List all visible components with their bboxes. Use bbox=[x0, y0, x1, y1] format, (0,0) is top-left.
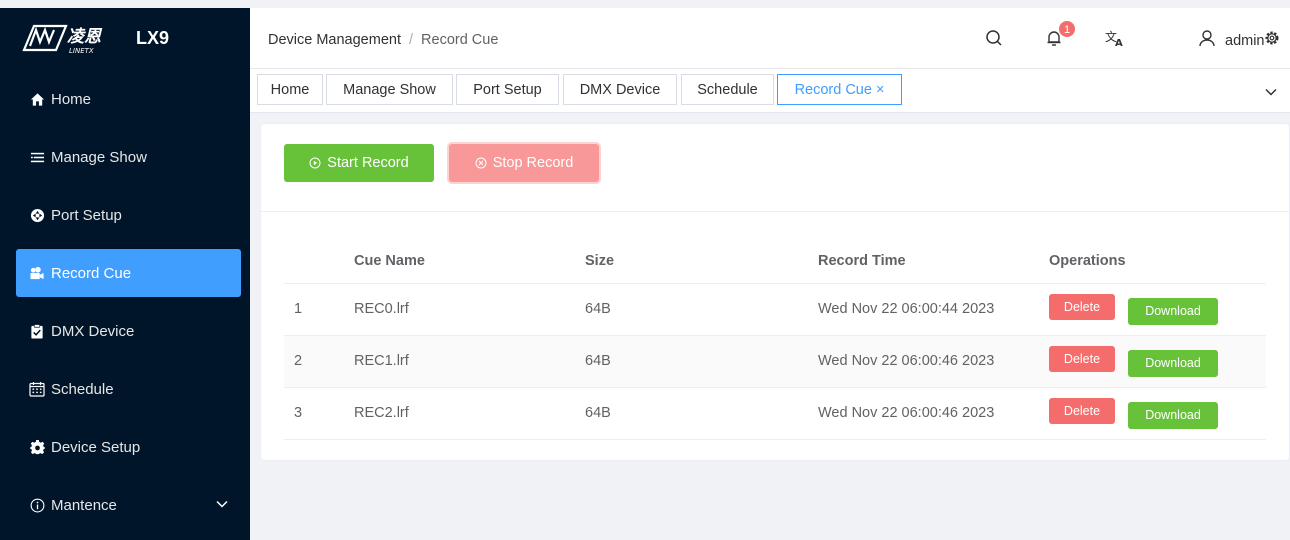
record-cue-card: Start Record Stop Record Cue Name Size R… bbox=[260, 123, 1290, 461]
start-record-label: Start Record bbox=[327, 155, 409, 171]
tab-label: Port Setup bbox=[473, 81, 542, 98]
download-button[interactable]: Download bbox=[1128, 401, 1218, 429]
top-strip bbox=[0, 0, 1290, 8]
sidebar-item-label: Home bbox=[51, 90, 92, 108]
record-time: Wed Nov 22 06:00:46 2023 bbox=[808, 335, 1039, 388]
stop-record-label: Stop Record bbox=[492, 155, 574, 171]
sidebar-item-label: Port Setup bbox=[51, 206, 122, 224]
info-icon bbox=[29, 497, 45, 513]
sidebar-item-home[interactable]: Home bbox=[16, 75, 241, 123]
operations-cell: Delete Download bbox=[1039, 283, 1266, 336]
delete-button[interactable]: Delete bbox=[1049, 294, 1115, 320]
column-header-cue-name: Cue Name bbox=[344, 239, 575, 284]
tab-port-setup[interactable]: Port Setup bbox=[456, 74, 559, 105]
table-row: 3 REC2.lrf 64B Wed Nov 22 06:00:46 2023 … bbox=[284, 387, 1266, 440]
row-index: 3 bbox=[284, 387, 344, 440]
sidebar-item-label: Manage Show bbox=[51, 148, 147, 166]
table-header-row: Cue Name Size Record Time Operations bbox=[284, 239, 1266, 284]
cue-table: Cue Name Size Record Time Operations 1 R… bbox=[284, 239, 1266, 440]
tab-dmx-device[interactable]: DMX Device bbox=[563, 74, 677, 105]
tab-manage-show[interactable]: Manage Show bbox=[326, 74, 453, 105]
clipboard-icon bbox=[29, 323, 45, 339]
linetx-logo: 凌恩 LINETX bbox=[22, 24, 103, 55]
record-time: Wed Nov 22 06:00:46 2023 bbox=[808, 387, 1039, 440]
cue-size: 64B bbox=[575, 283, 808, 336]
sidebar-item-schedule[interactable]: Schedule bbox=[16, 365, 241, 413]
breadcrumb-item-record-cue: Record Cue bbox=[421, 32, 499, 48]
translate-icon[interactable]: 文A bbox=[1105, 28, 1125, 48]
start-record-button[interactable]: Start Record bbox=[284, 144, 434, 182]
operations-cell: Delete Download bbox=[1039, 335, 1266, 388]
table-row: 1 REC0.lrf 64B Wed Nov 22 06:00:44 2023 … bbox=[284, 283, 1266, 336]
sidebar-item-device-setup[interactable]: Device Setup bbox=[16, 423, 241, 471]
tab-label: Record Cue × bbox=[794, 81, 885, 98]
table-row: 2 REC1.lrf 64B Wed Nov 22 06:00:46 2023 … bbox=[284, 335, 1266, 388]
svg-text:凌恩: 凌恩 bbox=[67, 27, 103, 47]
column-header-operations: Operations bbox=[1039, 239, 1266, 284]
cue-size: 64B bbox=[575, 335, 808, 388]
gear-icon bbox=[29, 439, 45, 455]
column-header-size: Size bbox=[575, 239, 808, 284]
home-icon bbox=[29, 91, 45, 107]
sidebar-item-dmx-device[interactable]: DMX Device bbox=[16, 307, 241, 355]
tab-schedule[interactable]: Schedule bbox=[681, 74, 774, 105]
sidebar-item-label: DMX Device bbox=[51, 322, 135, 340]
cue-size: 64B bbox=[575, 387, 808, 440]
sidebar-item-label: Record Cue bbox=[51, 264, 132, 282]
breadcrumb: Device Management / Record Cue bbox=[268, 32, 498, 48]
settings-icon[interactable] bbox=[1262, 28, 1282, 48]
camera-icon bbox=[29, 265, 45, 281]
username[interactable]: admin bbox=[1225, 33, 1265, 49]
svg-text:A: A bbox=[1115, 38, 1123, 47]
sidebar-item-record-cue[interactable]: Record Cue bbox=[16, 249, 241, 297]
close-circle-icon bbox=[475, 157, 487, 169]
header: Device Management / Record Cue 1 文A admin bbox=[250, 8, 1290, 69]
record-time: Wed Nov 22 06:00:44 2023 bbox=[808, 283, 1039, 336]
tab-label: DMX Device bbox=[579, 81, 661, 98]
delete-button[interactable]: Delete bbox=[1049, 398, 1115, 424]
sidebar-item-port-setup[interactable]: Port Setup bbox=[16, 191, 241, 239]
port-icon bbox=[29, 207, 45, 223]
breadcrumb-item-device-management[interactable]: Device Management bbox=[268, 32, 401, 48]
sidebar-item-label: Mantence bbox=[51, 496, 117, 514]
sidebar-item-label: Schedule bbox=[51, 380, 114, 398]
sidebar-item-manage-show[interactable]: Manage Show bbox=[16, 133, 241, 181]
svg-text:LINETX: LINETX bbox=[69, 47, 94, 55]
cue-name: REC1.lrf bbox=[344, 335, 575, 388]
breadcrumb-separator: / bbox=[409, 32, 414, 48]
tabs-bar: Home Manage Show Port Setup DMX Device S… bbox=[250, 69, 1290, 113]
row-index: 1 bbox=[284, 283, 344, 336]
calendar-icon bbox=[29, 381, 45, 397]
row-index: 2 bbox=[284, 335, 344, 388]
operations-cell: Delete Download bbox=[1039, 387, 1266, 440]
tab-label: Home bbox=[270, 81, 310, 98]
play-circle-icon bbox=[309, 157, 321, 169]
cue-name: REC0.lrf bbox=[344, 283, 575, 336]
cue-name: REC2.lrf bbox=[344, 387, 575, 440]
sidebar-item-mantence[interactable]: Mantence bbox=[16, 481, 241, 529]
download-button[interactable]: Download bbox=[1128, 297, 1218, 325]
user-icon[interactable] bbox=[1197, 28, 1217, 48]
tab-record-cue[interactable]: Record Cue × bbox=[777, 74, 902, 105]
list-icon bbox=[29, 149, 45, 165]
stop-record-button[interactable]: Stop Record bbox=[449, 144, 599, 182]
sidebar-item-label: Device Setup bbox=[51, 438, 141, 456]
chevron-down-icon bbox=[216, 500, 228, 508]
toolbar: Start Record Stop Record bbox=[261, 124, 1289, 212]
download-button[interactable]: Download bbox=[1128, 349, 1218, 377]
column-header-record-time: Record Time bbox=[808, 239, 1039, 284]
brand[interactable]: 凌恩 LINETX LX9 bbox=[0, 8, 250, 68]
column-header-index bbox=[284, 239, 344, 284]
tab-label: Manage Show bbox=[343, 81, 436, 98]
brand-title: LX9 bbox=[136, 27, 170, 48]
search-icon[interactable] bbox=[984, 28, 1004, 48]
notification-badge: 1 bbox=[1058, 20, 1076, 38]
delete-button[interactable]: Delete bbox=[1049, 346, 1115, 372]
tab-home[interactable]: Home bbox=[257, 74, 323, 105]
chevron-down-icon[interactable] bbox=[1264, 85, 1278, 99]
tab-label: Schedule bbox=[697, 81, 758, 98]
sidebar: 凌恩 LINETX LX9 Home Manage Show Port Setu… bbox=[0, 8, 250, 540]
